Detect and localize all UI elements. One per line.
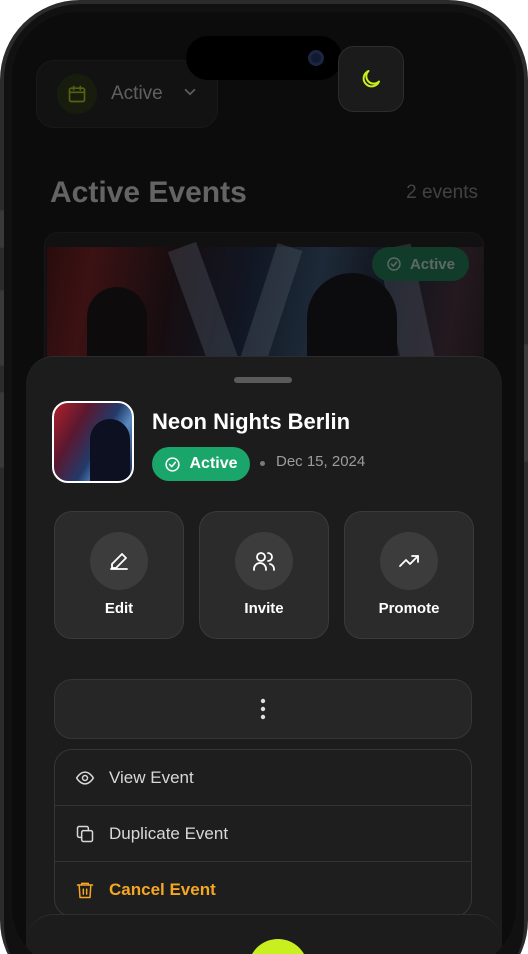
status-badge: Active — [371, 247, 469, 281]
phone-frame: Active Active Events 2 events Active Neo… — [0, 0, 528, 954]
event-actions-sheet: Neon Nights Berlin Active Dec 15, 2024 E… — [26, 356, 502, 954]
side-button — [524, 344, 528, 462]
pencil-icon — [90, 532, 148, 590]
users-icon — [235, 532, 293, 590]
camera-icon — [308, 50, 324, 66]
trash-icon — [76, 882, 94, 899]
chevron-down-icon — [181, 83, 199, 106]
edit-button[interactable]: Edit — [54, 511, 184, 639]
view-event-label: View Event — [109, 767, 194, 787]
cancel-event-item[interactable]: Cancel Event — [55, 862, 471, 916]
invite-label: Invite — [244, 600, 284, 617]
separator-dot — [260, 461, 265, 466]
check-circle-icon — [165, 456, 181, 472]
sheet-grabber[interactable] — [234, 377, 292, 383]
create-event-button[interactable] — [248, 939, 308, 954]
more-options-button[interactable] — [54, 679, 472, 739]
calendar-icon — [57, 74, 97, 114]
duplicate-event-label: Duplicate Event — [109, 823, 229, 843]
status-badge: Active — [152, 447, 250, 481]
theme-toggle-button[interactable] — [338, 46, 404, 112]
options-menu: View Event Duplicate Event Cancel Event — [54, 749, 472, 917]
crowd-silhouette — [90, 419, 130, 481]
status-label: Active — [189, 455, 238, 472]
cancel-event-label: Cancel Event — [109, 880, 216, 899]
trending-up-icon — [380, 532, 438, 590]
view-event-item[interactable]: View Event — [55, 750, 471, 806]
event-count: 2 events — [406, 182, 478, 203]
check-circle-icon — [387, 257, 401, 271]
promote-label: Promote — [378, 600, 440, 617]
event-title: Neon Nights Berlin — [152, 409, 351, 434]
event-date: Dec 15, 2024 — [276, 453, 366, 470]
invite-button[interactable]: Invite — [199, 511, 329, 639]
status-badge-label: Active — [409, 255, 455, 273]
event-thumbnail — [52, 401, 134, 483]
filter-label: Active — [111, 83, 163, 104]
screen: Active Active Events 2 events Active Neo… — [12, 12, 516, 954]
promote-button[interactable]: Promote — [344, 511, 474, 639]
duplicate-event-item[interactable]: Duplicate Event — [55, 806, 471, 862]
eye-icon — [75, 770, 95, 785]
more-vertical-icon — [260, 698, 266, 720]
edit-label: Edit — [104, 600, 134, 617]
quick-actions: Edit Invite Promote — [54, 511, 474, 639]
copy-icon — [76, 825, 94, 842]
dynamic-island — [186, 36, 342, 80]
moon-icon — [362, 70, 380, 88]
tab-bar: ● — [26, 914, 502, 954]
page-title: Active Events — [50, 176, 247, 209]
